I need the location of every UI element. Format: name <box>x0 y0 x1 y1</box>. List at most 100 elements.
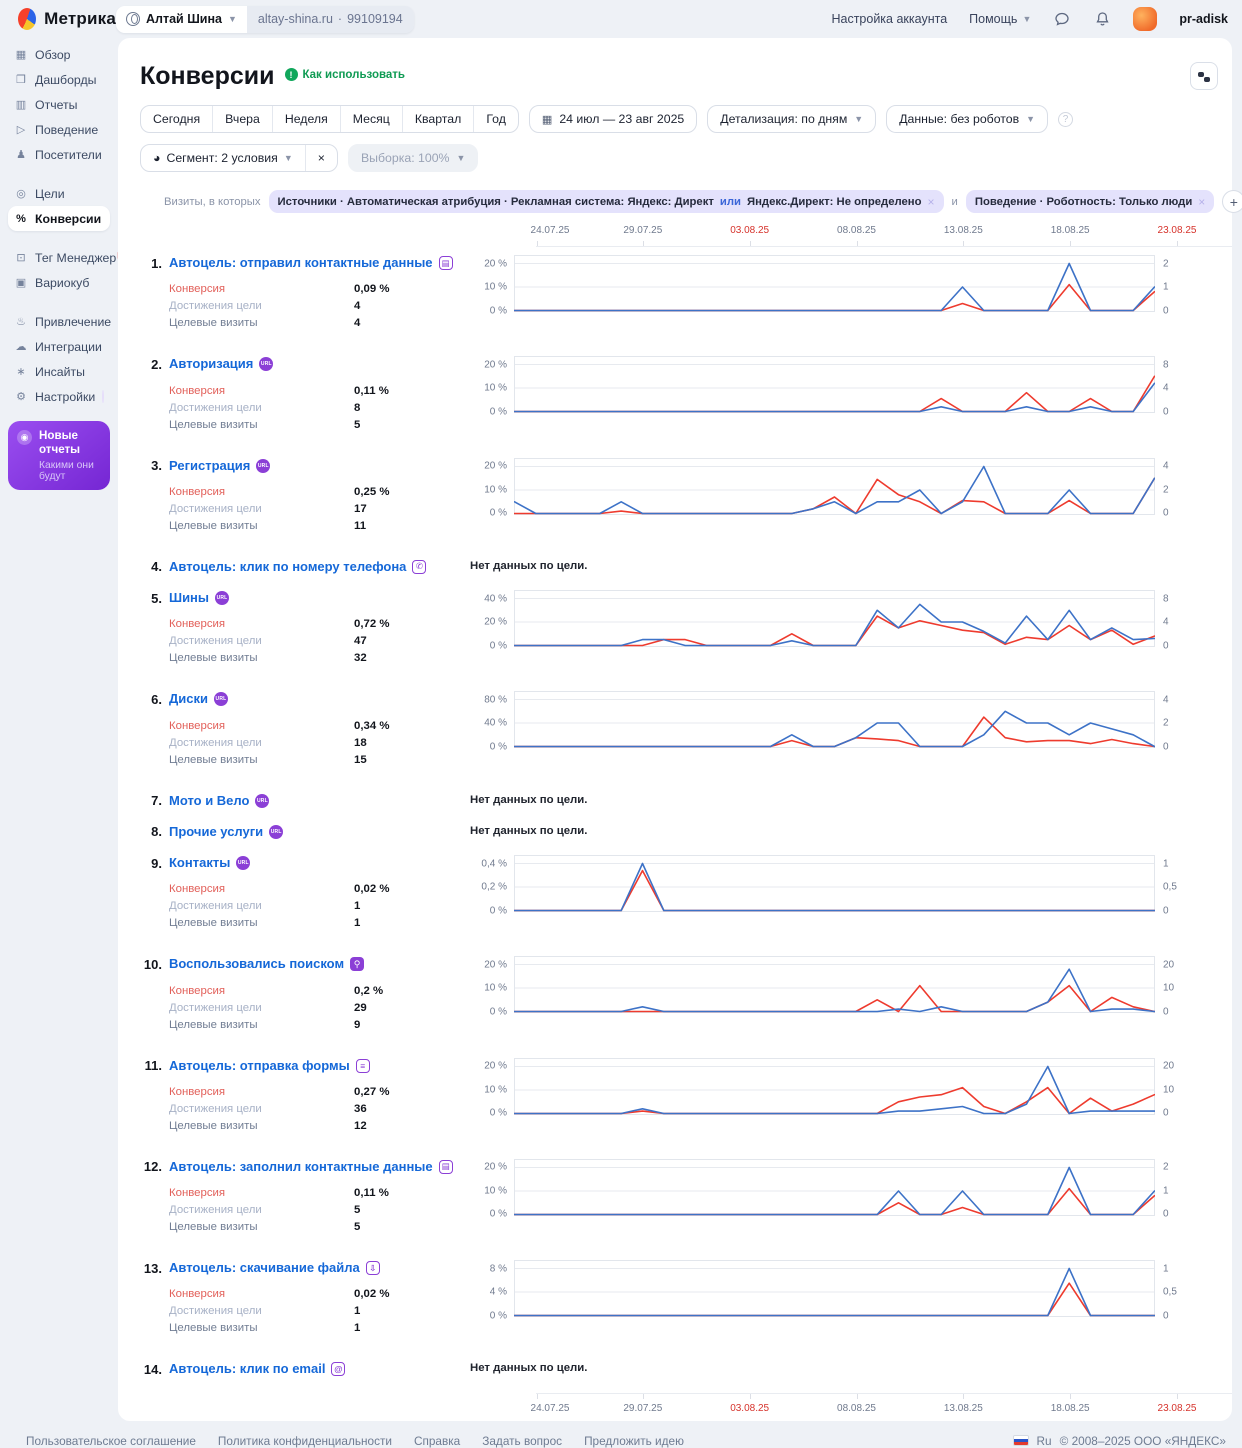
axis-tick <box>537 241 538 246</box>
sidebar-item-dashboards[interactable]: ❒ Дашборды <box>8 67 110 92</box>
stat-value-achievements: 17 <box>354 502 367 515</box>
goal-row: 10. Воспользовались поиском ⚲ Конверсия 0,2 … <box>118 956 1232 1033</box>
top-header: Метрика Алтай Шина ▼ altay-shina.ru · 99… <box>0 0 1242 38</box>
goal-trend-chart <box>514 691 1155 749</box>
y-axis-label-right: 1 <box>1163 1185 1169 1197</box>
goal-name-link[interactable]: Прочие услуги <box>169 824 263 840</box>
help-menu[interactable]: Помощь ▼ <box>969 12 1031 26</box>
period-button[interactable]: Сегодня <box>141 106 212 132</box>
goal-number: 6. <box>151 691 162 707</box>
period-button[interactable]: Год <box>473 106 518 132</box>
goal-number: 10. <box>143 956 162 972</box>
sidebar-item-reports[interactable]: ▥ Отчеты <box>8 92 110 117</box>
content-card: Конверсии ! Как использовать Сегодня Вчер… <box>118 38 1242 1421</box>
y-axis-label-left: 20 % <box>484 616 507 628</box>
no-data-message: Нет данных по цели. <box>470 559 588 572</box>
pie-icon: ◕ <box>153 151 161 165</box>
goal-name-link[interactable]: Контакты <box>169 855 230 871</box>
goal-info: 14. Автоцель: клик по email @ <box>118 1361 470 1377</box>
goal-name-link[interactable]: Автоцель: клик по email <box>169 1361 325 1377</box>
stat-label-target-visits: Целевые визиты <box>169 519 258 532</box>
sidebar-item-goals[interactable]: ◎ Цели <box>8 181 110 206</box>
y-axis-label-right: 2 <box>1163 717 1169 729</box>
footer-link[interactable]: Справка <box>414 1434 460 1448</box>
date-range-button[interactable]: ▦ 24 июл — 23 авг 2025 <box>528 105 698 133</box>
settings-toggle-dot[interactable] <box>102 390 104 403</box>
sidebar-item-tag-manager[interactable]: ⊡ Тег Менеджерβ <box>8 245 121 270</box>
footer-link[interactable]: Предложить идею <box>584 1434 684 1448</box>
stat-label-target-visits: Целевые визиты <box>169 317 258 330</box>
sidebar-item-variocube[interactable]: ▣ Вариокуб <box>8 270 110 295</box>
sidebar-item-visitors[interactable]: ♟ Посетители <box>8 142 110 167</box>
account-settings-link[interactable]: Настройка аккаунта <box>831 12 947 26</box>
user-avatar[interactable] <box>1133 7 1158 31</box>
sidebar-item-grid[interactable]: ▦ Обзор <box>8 42 110 67</box>
goal-name-link[interactable]: Автоцель: заполнил контактные данные <box>169 1159 433 1175</box>
goal-stats: Конверсия 0,09 % Достижения цели 4 Целевые в… <box>169 281 470 332</box>
how-to-use-link[interactable]: ! Как использовать <box>284 68 405 81</box>
stat-label-achievements: Достижения цели <box>169 300 262 313</box>
goals-icon: ◎ <box>16 188 26 200</box>
sidebar-item-attraction[interactable]: ♨ Привлечение <box>8 309 111 334</box>
condition-pill-behavior[interactable]: Поведение · Роботность: Только люди × <box>965 190 1215 213</box>
goal-name-link[interactable]: Воспользовались поиском <box>169 956 344 972</box>
remove-condition-icon[interactable]: × <box>928 195 935 209</box>
sidebar-item-integrations[interactable]: ☁ Интеграции <box>8 334 110 359</box>
sidebar-item-behavior[interactable]: ▷ Поведение <box>8 117 110 142</box>
sidebar-item-insights[interactable]: ∗ Инсайты <box>8 359 110 384</box>
goal-row: 1. Автоцель: отправил контактные данные ▤ К… <box>118 255 1232 332</box>
url-goal-badge-icon: URL <box>255 793 270 808</box>
sidebar-item-conversions[interactable]: % Конверсии <box>8 206 110 231</box>
sidebar-item-label: Дашборды <box>35 72 97 87</box>
stat-value-target-visits: 1 <box>354 1322 361 1335</box>
sidebar-item-label: Посетители <box>35 147 102 162</box>
condition-pill-sources[interactable]: Источники · Автоматическая атрибуция · Р… <box>268 190 944 213</box>
sampling-dropdown[interactable]: Выборка: 100% ▼ <box>347 144 479 172</box>
y-axis-label-left: 0 % <box>489 1006 507 1018</box>
info-icon: ! <box>284 68 298 81</box>
data-mode-dropdown[interactable]: Данные: без роботов ▼ <box>886 105 1049 133</box>
chat-icon[interactable] <box>1053 10 1071 28</box>
detail-dropdown[interactable]: Детализация: по дням ▼ <box>707 105 877 133</box>
goal-name-link[interactable]: Автоцель: отправка формы <box>169 1058 350 1074</box>
goal-name-link[interactable]: Автоцель: скачивание файла <box>169 1260 360 1276</box>
stat-label-target-visits: Целевые визиты <box>169 1018 258 1031</box>
help-question-icon[interactable]: ? <box>1058 111 1074 127</box>
stat-label-target-visits: Целевые визиты <box>169 418 258 431</box>
period-button[interactable]: Квартал <box>401 106 473 132</box>
sidebar-item-settings[interactable]: ⚙ Настройки <box>8 384 110 409</box>
goal-chart-area: 0,4 % 0,2 % 0 % 1 0,5 0 <box>470 855 1185 916</box>
counter-name-button[interactable]: Алтай Шина ▼ <box>116 5 247 33</box>
goal-info: 11. Автоцель: отправка формы ≡ Конверсия 0,2… <box>118 1058 470 1135</box>
segment-dropdown[interactable]: ◕ Сегмент: 2 условия ▼ <box>141 145 305 171</box>
remove-condition-icon[interactable]: × <box>1198 195 1205 209</box>
segment-clear-button[interactable]: × <box>304 145 337 171</box>
segment-label: Сегмент: 2 условия <box>166 151 278 165</box>
counter-domain-id[interactable]: altay-shina.ru · 99109194 <box>246 5 414 33</box>
new-reports-button[interactable]: ◉ Новые отчеты Какими они будут <box>8 421 110 490</box>
footer-link[interactable]: Пользовательское соглашение <box>26 1434 196 1448</box>
language-switch[interactable]: Ru <box>1037 1434 1052 1448</box>
period-button[interactable]: Вчера <box>212 106 272 132</box>
footer-link[interactable]: Задать вопрос <box>482 1434 562 1448</box>
goal-name-link[interactable]: Диски <box>169 691 208 707</box>
goal-name-link[interactable]: Автоцель: отправил контактные данные <box>169 255 433 271</box>
add-condition-button[interactable]: + <box>1222 190 1242 213</box>
goal-name-link[interactable]: Мото и Вело <box>169 793 249 809</box>
goal-name-link[interactable]: Регистрация <box>169 458 250 474</box>
goal-number: 13. <box>143 1260 162 1276</box>
period-button[interactable]: Месяц <box>339 106 402 132</box>
metrika-logo[interactable]: Метрика <box>18 8 116 30</box>
y-axis-label-left: 0 % <box>489 507 507 519</box>
stat-value-conversion: 0,02 % <box>354 1288 390 1301</box>
goal-chart-area: 20 % 10 % 0 % 8 4 0 <box>470 356 1185 417</box>
period-button[interactable]: Неделя <box>271 106 340 132</box>
goal-name-link[interactable]: Автоцель: клик по номеру телефона <box>169 559 406 575</box>
notifications-bell-icon[interactable] <box>1093 10 1111 28</box>
widgets-toggle-button[interactable] <box>1190 62 1218 90</box>
goal-name-link[interactable]: Авторизация <box>169 356 253 372</box>
user-login[interactable]: pr-adisk <box>1179 12 1228 26</box>
footer-link[interactable]: Политика конфиденциальности <box>218 1434 392 1448</box>
goal-name-link[interactable]: Шины <box>169 590 209 606</box>
stat-value-achievements: 8 <box>354 401 361 414</box>
